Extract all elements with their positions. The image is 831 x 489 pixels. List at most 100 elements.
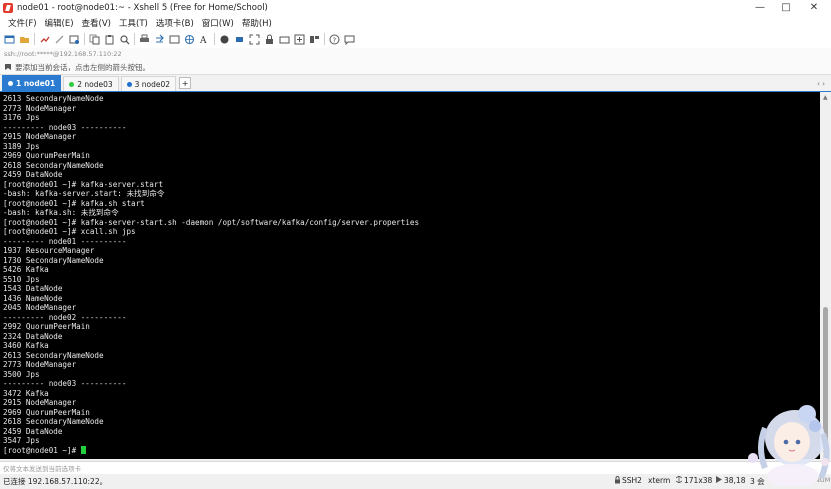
terminal-line: 2045 NodeManager bbox=[3, 303, 77, 312]
globe-icon[interactable] bbox=[184, 34, 195, 45]
print-icon[interactable] bbox=[139, 34, 150, 45]
terminal-line: 1730 SecondaryNameNode bbox=[3, 255, 104, 265]
terminal-line: --------- node02 ---------- bbox=[3, 312, 127, 322]
font-icon[interactable]: A bbox=[199, 34, 210, 45]
chat-icon[interactable] bbox=[344, 34, 355, 45]
session-hint-text: 要添加当前会话，点击左侧的箭头按钮。 bbox=[15, 62, 150, 72]
session-hint-bar: 要添加当前会话，点击左侧的箭头按钮。 bbox=[0, 60, 831, 75]
toolbar-separator bbox=[324, 33, 325, 45]
terminal-line: 3500 Jps bbox=[3, 369, 40, 379]
terminal-output: 2613 SecondaryNameNode 2773 NodeManager 31… bbox=[0, 92, 820, 455]
script-icon[interactable] bbox=[219, 34, 230, 45]
toolbar-separator bbox=[134, 33, 135, 45]
window-title: node01 - root@node01:~ - Xshell 5 (Free … bbox=[17, 2, 268, 13]
compose-icon[interactable] bbox=[169, 34, 180, 45]
minimize-button[interactable]: — bbox=[746, 0, 774, 15]
terminal-line: --------- node01 ---------- bbox=[3, 236, 127, 246]
properties-icon[interactable] bbox=[69, 34, 80, 45]
terminal-prompt-line[interactable]: [root@node01 ~]# bbox=[3, 445, 820, 456]
xshell-logo-icon bbox=[3, 2, 13, 13]
status-dot-icon bbox=[8, 81, 13, 86]
xftp-icon[interactable] bbox=[234, 34, 245, 45]
help-icon[interactable]: ? bbox=[329, 34, 340, 45]
resize-icon bbox=[676, 476, 682, 483]
compose-placeholder: 仅将文本发送到当前选项卡 bbox=[3, 465, 81, 473]
transfer-icon[interactable] bbox=[154, 34, 165, 45]
terminal-line: 3547 Jps bbox=[3, 436, 40, 445]
fullscreen-icon[interactable] bbox=[249, 34, 260, 45]
menu-edit[interactable]: 编辑(E) bbox=[45, 17, 74, 29]
svg-text:?: ? bbox=[333, 36, 337, 44]
scroll-up-icon[interactable]: ▲ bbox=[823, 94, 828, 101]
terminal-line: 2992 QuorumPeerMain bbox=[3, 322, 90, 331]
disconnect-icon[interactable] bbox=[54, 34, 65, 45]
tab-node01[interactable]: 1 node01 bbox=[2, 75, 62, 91]
tab-label: 3 node02 bbox=[134, 79, 171, 89]
title-bar: node01 - root@node01:~ - Xshell 5 (Free … bbox=[0, 0, 831, 15]
terminal-line: 3176 Jps bbox=[3, 113, 40, 122]
menu-tab[interactable]: 选项卡(B) bbox=[156, 17, 194, 29]
session-address[interactable]: ssh://root:*****@192.168.57.110:22 bbox=[4, 50, 122, 58]
menu-help[interactable]: 帮助(H) bbox=[242, 17, 272, 29]
find-icon[interactable] bbox=[119, 34, 130, 45]
reconnect-icon[interactable] bbox=[39, 34, 50, 45]
keyboard-icon[interactable] bbox=[279, 34, 290, 45]
terminal-line: 3472 Kafka bbox=[3, 388, 49, 398]
new-tab-button[interactable]: + bbox=[179, 77, 192, 89]
toolbar-separator bbox=[214, 33, 215, 45]
new-session-icon[interactable] bbox=[4, 34, 15, 45]
compose-bar[interactable]: 仅将文本发送到当前选项卡 bbox=[0, 461, 831, 474]
cursor-position: 38,18 bbox=[724, 476, 746, 485]
terminal-line: 2915 NodeManager bbox=[3, 398, 77, 407]
open-folder-icon[interactable] bbox=[19, 34, 30, 45]
menu-tools[interactable]: 工具(T) bbox=[119, 17, 148, 29]
layout-icon[interactable] bbox=[309, 34, 320, 45]
terminal-line: --------- node03 ---------- bbox=[3, 379, 127, 388]
tab-node03[interactable]: 2 node03 bbox=[63, 76, 119, 91]
terminal-line: 2324 DataNode bbox=[3, 331, 63, 341]
menu-window[interactable]: 窗口(W) bbox=[202, 17, 234, 29]
add-icon[interactable] bbox=[294, 34, 305, 45]
terminal-line: 2618 SecondaryNameNode bbox=[3, 160, 104, 170]
tab-label: 2 node03 bbox=[77, 79, 113, 89]
tab-node02[interactable]: 3 node02 bbox=[120, 76, 177, 91]
status-dot-icon bbox=[69, 81, 75, 87]
terminal-prompt: [root@node01 ~]# bbox=[3, 445, 81, 455]
status-dot-icon bbox=[126, 81, 132, 87]
connection-status: 已连接 192.168.57.110:22。 bbox=[3, 477, 108, 486]
terminal-line: 2618 SecondaryNameNode bbox=[3, 417, 104, 426]
cursor-position-icon bbox=[716, 476, 722, 483]
maximize-button[interactable]: □ bbox=[772, 0, 800, 15]
terminal-line: [root@node01 ~]# kafka-server.start bbox=[3, 179, 164, 189]
menu-file[interactable]: 文件(F) bbox=[8, 17, 37, 29]
terminal-line: 3189 Jps bbox=[3, 141, 40, 151]
tab-scroll-arrows[interactable]: ‹ › bbox=[817, 80, 825, 88]
tab-label: 1 node01 bbox=[16, 79, 56, 88]
copy-icon[interactable] bbox=[89, 34, 100, 45]
terminal-line: 2773 NodeManager bbox=[3, 103, 77, 113]
terminal-line: [root@node01 ~]# kafka-server-start.sh -… bbox=[3, 217, 420, 227]
terminal-line: [root@node01 ~]# kafka.sh start bbox=[3, 198, 145, 208]
terminal-line: 2915 NodeManager bbox=[3, 132, 77, 141]
terminal-line: 5510 Jps bbox=[3, 274, 40, 284]
menu-bar: 文件(F) 编辑(E) 查看(V) 工具(T) 选项卡(B) 窗口(W) 帮助(… bbox=[0, 15, 831, 30]
toolbar-separator bbox=[84, 33, 85, 45]
terminal-line: 2613 SecondaryNameNode bbox=[3, 350, 104, 360]
terminal-line: 2613 SecondaryNameNode bbox=[3, 94, 104, 103]
terminal-cursor bbox=[80, 445, 86, 454]
terminal-screen[interactable]: 2613 SecondaryNameNode 2773 NodeManager 31… bbox=[0, 92, 820, 459]
terminal-line: -bash: kafka-server.start: 未找到命令 bbox=[3, 189, 165, 198]
terminal-line: 2459 DataNode bbox=[3, 170, 63, 179]
lock-icon[interactable] bbox=[264, 34, 275, 45]
paste-icon[interactable] bbox=[104, 34, 115, 45]
bookmark-icon[interactable] bbox=[4, 63, 12, 71]
terminal-line: 2773 NodeManager bbox=[3, 360, 77, 369]
toolbar: A ? bbox=[0, 30, 831, 49]
terminal-line: 2969 QuorumPeerMain bbox=[3, 407, 90, 417]
terminal-line: 3460 Kafka bbox=[3, 341, 49, 350]
protocol-status: SSH2 bbox=[622, 476, 642, 485]
terminal-line: 1543 DataNode bbox=[3, 284, 63, 293]
menu-view[interactable]: 查看(V) bbox=[82, 17, 111, 29]
close-button[interactable]: ✕ bbox=[800, 0, 828, 15]
toolbar-separator bbox=[34, 33, 35, 45]
